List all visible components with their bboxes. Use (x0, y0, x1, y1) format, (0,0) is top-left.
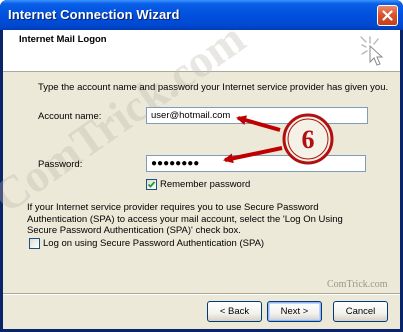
number-six-badge: 6 (282, 113, 334, 165)
annotation-overlay: 6 (223, 113, 334, 165)
arrow-to-password (223, 146, 283, 164)
badge-number: 6 (302, 125, 315, 154)
wizard-window: Internet Connection Wizard Internet Mail… (0, 0, 403, 332)
arrow-to-account-name (236, 115, 281, 132)
